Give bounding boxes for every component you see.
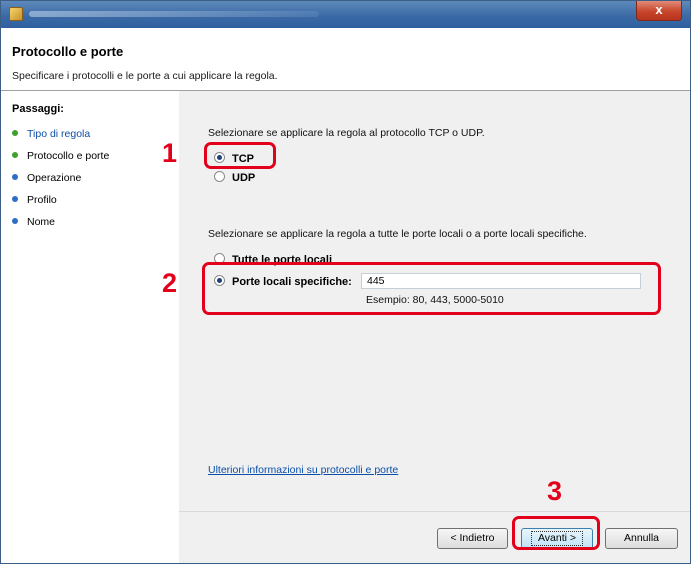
steps-panel: Passaggi: Tipo di regola Protocollo e po… bbox=[1, 91, 179, 563]
bullet-icon bbox=[12, 152, 18, 158]
close-button[interactable]: x bbox=[636, 1, 682, 21]
more-info-link[interactable]: Ulteriori informazioni su protocolli e p… bbox=[208, 464, 398, 476]
back-button[interactable]: < Indietro bbox=[437, 528, 508, 549]
cancel-button[interactable]: Annulla bbox=[605, 528, 678, 549]
firewall-app-icon bbox=[9, 7, 23, 21]
udp-radio[interactable]: UDP bbox=[214, 171, 255, 185]
page-title: Protocollo e porte bbox=[12, 44, 124, 59]
radio-unselected-icon bbox=[214, 171, 225, 182]
highlight-ring-next bbox=[512, 516, 600, 550]
callout-3: 3 bbox=[547, 476, 563, 506]
highlight-ring-tcp bbox=[204, 142, 276, 169]
callout-1: 1 bbox=[162, 138, 178, 168]
ports-prompt: Selezionare se applicare la regola a tut… bbox=[208, 228, 587, 240]
step-name[interactable]: Nome bbox=[12, 214, 55, 230]
callout-2: 2 bbox=[162, 268, 178, 298]
page-subtitle: Specificare i protocolli e le porte a cu… bbox=[12, 70, 278, 82]
step-profile[interactable]: Profilo bbox=[12, 192, 57, 208]
protocol-prompt: Selezionare se applicare la regola al pr… bbox=[208, 127, 485, 139]
footer-divider bbox=[179, 511, 690, 512]
steps-title: Passaggi: bbox=[12, 103, 64, 115]
highlight-ring-ports bbox=[202, 262, 661, 315]
bullet-icon bbox=[12, 174, 18, 180]
title-bar[interactable]: x bbox=[1, 1, 690, 28]
bullet-icon bbox=[12, 218, 18, 224]
window-title bbox=[29, 11, 319, 17]
step-protocol-ports[interactable]: Protocollo e porte bbox=[12, 148, 109, 164]
bullet-icon bbox=[12, 130, 18, 136]
bullet-icon bbox=[12, 196, 18, 202]
page-header: Protocollo e porte Specificare i protoco… bbox=[1, 28, 690, 91]
step-action[interactable]: Operazione bbox=[12, 170, 81, 186]
step-rule-type[interactable]: Tipo di regola bbox=[12, 126, 90, 142]
